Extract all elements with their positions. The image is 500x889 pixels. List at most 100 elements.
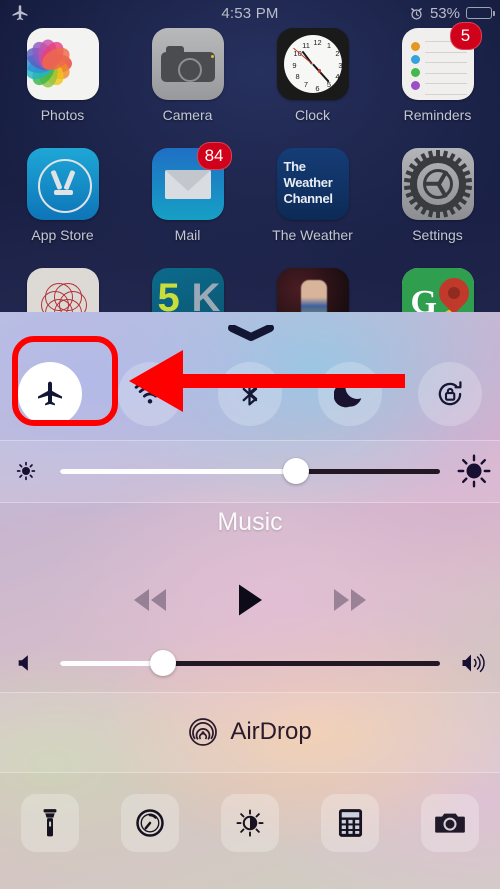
volume-track[interactable]	[60, 650, 440, 676]
clock-numeral: 7	[303, 80, 309, 90]
badge-reminders: 5	[449, 22, 482, 50]
gear-tooth	[462, 177, 472, 183]
airdrop-icon	[189, 718, 218, 746]
airdrop-row[interactable]: AirDrop	[0, 692, 500, 772]
volume-mute-icon	[0, 652, 52, 674]
fast-forward-button[interactable]	[326, 584, 372, 616]
app-app-store[interactable]: App Store	[0, 148, 125, 268]
reminder-bullet	[410, 55, 420, 64]
timer-button[interactable]	[121, 794, 179, 852]
reminder-bullet	[410, 42, 420, 51]
weather-text-line-1: The	[283, 159, 307, 174]
reminder-line	[424, 51, 467, 53]
app-label: App Store	[31, 227, 94, 243]
volume-high-icon	[448, 650, 500, 676]
annotation-highlight-rect	[12, 336, 118, 426]
rotation-lock-icon	[438, 381, 462, 406]
flashlight-shortcut[interactable]	[0, 794, 100, 852]
app-mail[interactable]: 84 Mail	[125, 142, 250, 268]
camera-lens	[177, 58, 202, 82]
play-button[interactable]	[236, 583, 264, 617]
clock-numeral: 11	[302, 40, 310, 50]
rotation-lock-button[interactable]	[418, 362, 482, 426]
rotation-lock-toggle[interactable]	[400, 362, 500, 426]
volume-slider[interactable]	[0, 632, 500, 694]
badge-mail: 84	[196, 142, 232, 170]
gear-tooth	[435, 150, 440, 159]
weather-channel-icon: The Weather Channel	[276, 148, 349, 220]
timer-icon	[136, 809, 164, 837]
app-reminders[interactable]: 5 Reminders	[375, 22, 500, 148]
app-store-crossbar	[53, 190, 73, 195]
brightness-slider[interactable]	[0, 440, 500, 502]
flashlight-button[interactable]	[21, 794, 79, 852]
app-label: The Weather	[272, 227, 353, 243]
app-label: Reminders	[403, 107, 472, 123]
clock-face: 12 1 2 3 4 5 6 7 8 9 10 11	[283, 35, 343, 93]
calculator-icon	[338, 809, 362, 837]
clock-icon: 12 1 2 3 4 5 6 7 8 9 10 11	[276, 28, 349, 100]
reminder-bullet	[410, 68, 420, 77]
gear-tooth	[435, 209, 440, 218]
clock-numeral: 9	[292, 60, 297, 70]
app-label: Camera	[162, 107, 213, 123]
fast-forward-icon	[334, 589, 366, 611]
camera-icon	[151, 28, 224, 100]
chevron-down-grabber-icon[interactable]	[228, 324, 274, 341]
status-bar-right: 53%	[409, 0, 495, 26]
settings-icon	[401, 148, 474, 220]
camera-button[interactable]	[421, 794, 479, 852]
calculator-shortcut[interactable]	[300, 794, 400, 852]
weather-text-line-2: Weather	[283, 175, 333, 190]
brightness-high-icon	[448, 453, 500, 489]
clock-numeral: 3	[338, 60, 343, 70]
clock-numeral: 6	[315, 83, 320, 93]
rewind-icon	[134, 589, 166, 611]
volume-knob[interactable]	[149, 650, 176, 676]
spiral-circle	[54, 283, 82, 312]
app-label: Mail	[174, 227, 201, 243]
app-label: Photos	[40, 107, 85, 123]
camera-icon	[435, 813, 465, 833]
reminder-line	[424, 62, 467, 64]
weather-icon-text: The Weather Channel	[284, 159, 333, 207]
reminder-line	[424, 83, 467, 85]
weather-text-line-3: Channel	[283, 191, 333, 206]
flashlight-icon	[43, 809, 57, 837]
reminder-bullet	[410, 81, 420, 90]
app-clock[interactable]: 12 1 2 3 4 5 6 7 8 9 10 11 Clock	[250, 28, 375, 148]
camera-led	[210, 55, 214, 58]
clock-numeral: 12	[313, 37, 322, 47]
clock-center-pin	[317, 69, 322, 73]
app-the-weather[interactable]: The Weather Channel The Weather	[250, 148, 375, 268]
envelope	[164, 170, 211, 199]
night-shift-shortcut[interactable]	[200, 794, 300, 852]
battery-percent-label: 53%	[429, 4, 460, 22]
photos-icon	[26, 28, 99, 100]
brightness-low-icon	[0, 459, 52, 483]
clock-hand	[311, 63, 330, 83]
app-label: Clock	[294, 107, 330, 123]
night-shift-button[interactable]	[221, 794, 279, 852]
app-settings[interactable]: Settings	[375, 148, 500, 268]
clock-numeral: 2	[335, 49, 340, 58]
app-photos[interactable]: Photos	[0, 28, 125, 148]
battery-icon	[466, 7, 495, 19]
alarm-clock-icon	[411, 7, 422, 20]
calculator-button[interactable]	[321, 794, 379, 852]
reminder-line	[424, 93, 467, 95]
iphone-screen: 4:53 PM 53% Photos Camera 12 1 2 3 4 5 6…	[0, 0, 500, 889]
brightness-knob[interactable]	[282, 458, 309, 484]
airdrop-label: AirDrop	[230, 718, 312, 745]
night-shift-icon	[236, 809, 264, 837]
timer-shortcut[interactable]	[100, 794, 200, 852]
app-camera[interactable]: Camera	[125, 28, 250, 148]
brightness-track[interactable]	[60, 458, 440, 484]
rewind-button[interactable]	[128, 584, 174, 616]
app-row-2: App Store 84 Mail The Weather Channel Th…	[0, 142, 500, 268]
app-label: Settings	[412, 227, 463, 243]
camera-shortcut[interactable]	[400, 794, 500, 852]
shortcuts-row	[0, 774, 500, 872]
gear-tooth	[403, 177, 413, 183]
gear-spoke	[423, 182, 439, 186]
